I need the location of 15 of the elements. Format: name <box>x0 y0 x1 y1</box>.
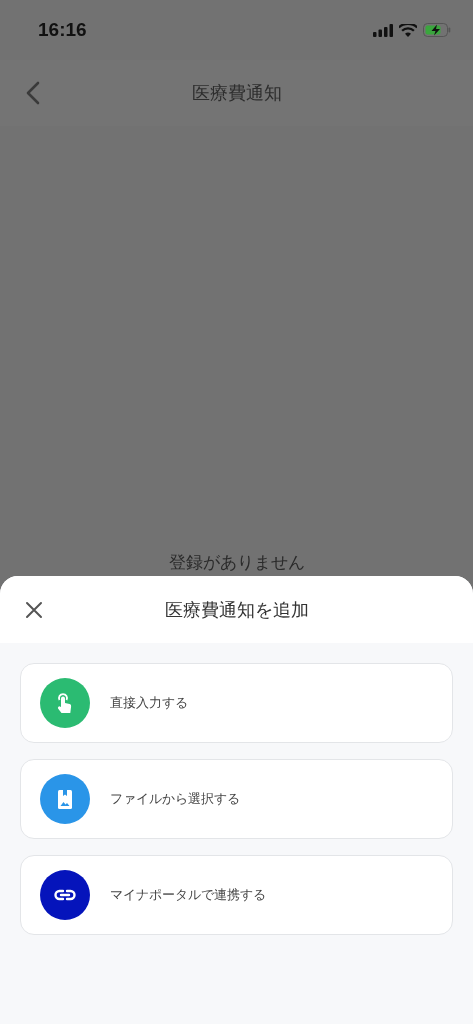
option-label: 直接入力する <box>110 694 188 712</box>
option-card[interactable]: マイナポータルで連携する <box>20 855 453 935</box>
option-card[interactable]: 直接入力する <box>20 663 453 743</box>
page-title: 医療費通知 <box>190 81 283 105</box>
chevron-left-icon <box>26 81 40 105</box>
battery-charging-icon <box>423 23 451 37</box>
signal-icon <box>373 23 393 37</box>
close-icon <box>25 600 43 619</box>
option-label: ファイルから選択する <box>110 790 240 808</box>
sheet-title: 医療費通知を追加 <box>163 597 310 622</box>
option-label: マイナポータルで連携する <box>110 886 266 904</box>
status-time: 16:16 <box>38 19 87 41</box>
wifi-icon <box>399 23 417 37</box>
option-card[interactable]: ファイルから選択する <box>20 759 453 839</box>
empty-message: 登録がありません <box>168 551 305 574</box>
